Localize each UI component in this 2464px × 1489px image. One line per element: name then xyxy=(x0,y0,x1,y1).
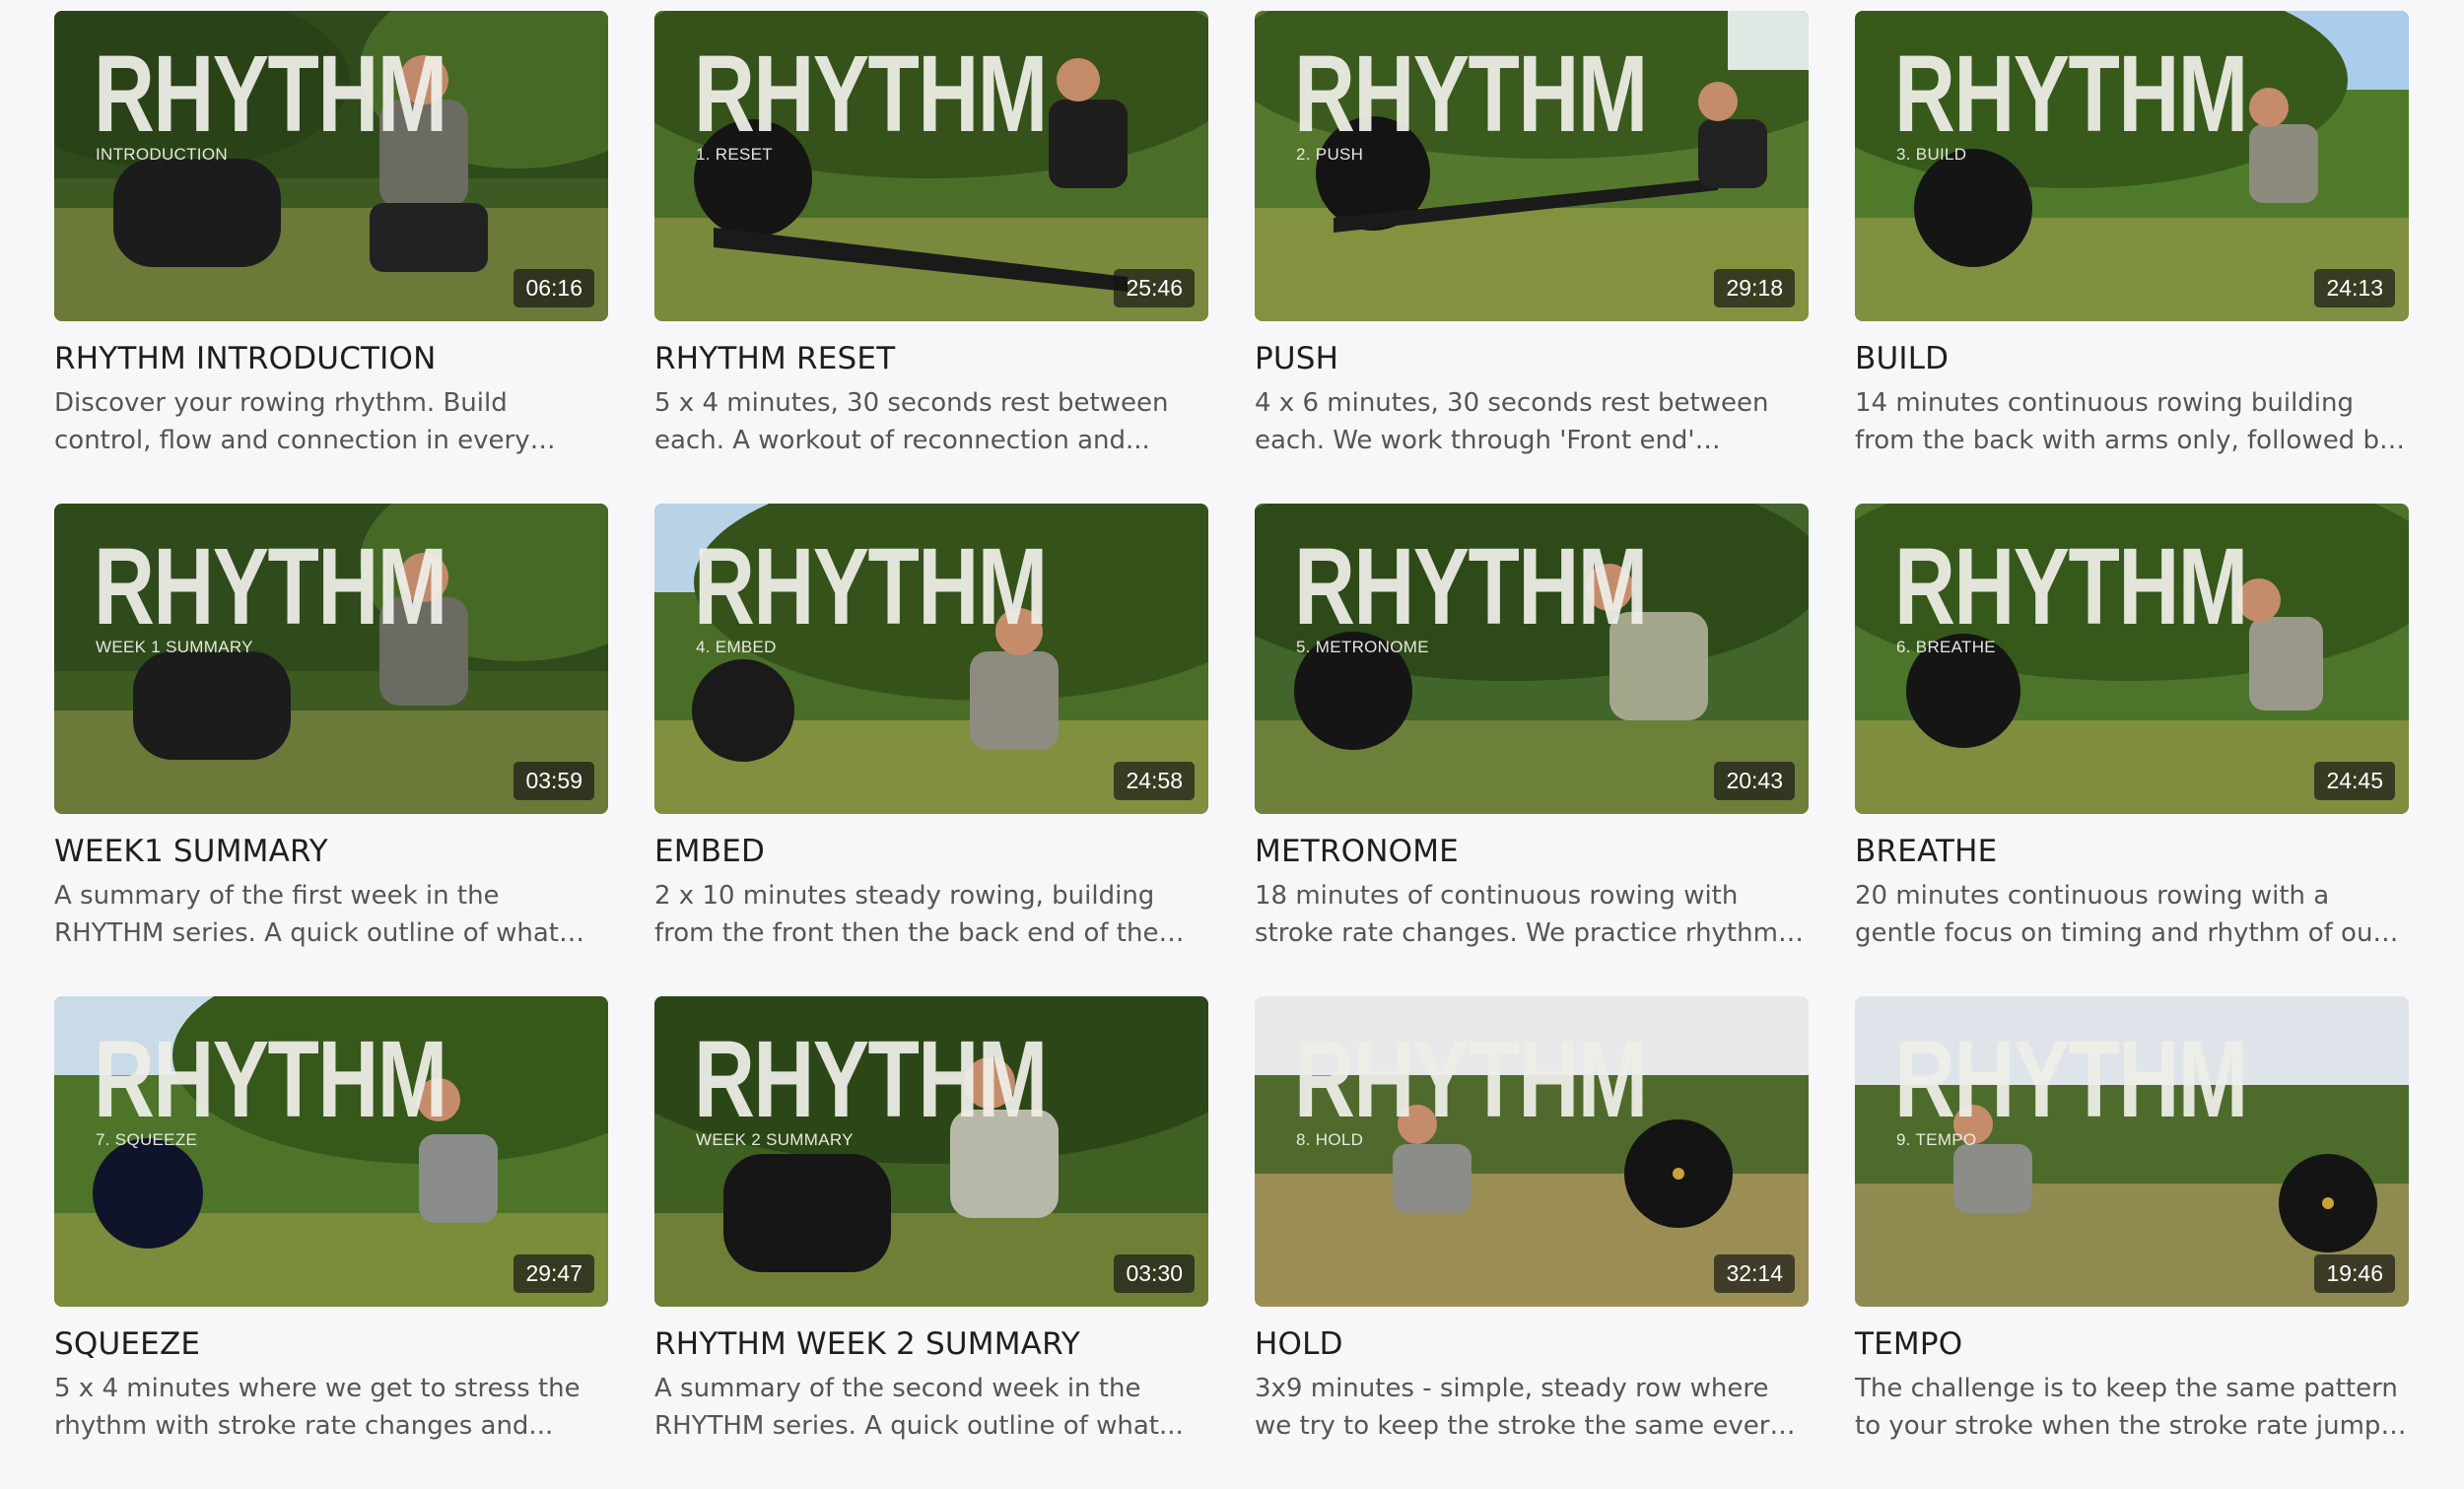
video-description: 18 minutes of continuous rowing with str… xyxy=(1255,881,1778,948)
video-card[interactable]: RHYTHM 2. PUSH 29:18 PUSH 4 x 6 minutes,… xyxy=(1255,11,1809,504)
video-thumbnail[interactable]: RHYTHM 4. EMBED 24:58 xyxy=(654,504,1208,814)
video-card[interactable]: RHYTHM INTRODUCTION 06:16 RHYTHM INTRODU… xyxy=(54,11,608,504)
video-thumbnail[interactable]: RHYTHM WEEK 2 SUMMARY 03:30 xyxy=(654,996,1208,1307)
series-wordmark: RHYTHM xyxy=(1894,34,2248,155)
video-description: 5 x 4 minutes where we get to stress the… xyxy=(54,1374,581,1441)
episode-label: 2. PUSH xyxy=(1296,145,1364,164)
video-title[interactable]: RHYTHM RESET xyxy=(654,341,1208,376)
video-thumbnail[interactable]: RHYTHM 9. TEMPO 19:46 xyxy=(1855,996,2409,1307)
series-wordmark: RHYTHM xyxy=(1294,1019,1648,1140)
video-title[interactable]: TEMPO xyxy=(1855,1326,2409,1362)
episode-label: 8. HOLD xyxy=(1296,1130,1364,1149)
video-description: 4 x 6 minutes, 30 seconds rest between e… xyxy=(1255,388,1769,455)
video-title[interactable]: RHYTHM WEEK 2 SUMMARY xyxy=(654,1326,1208,1362)
duration-badge: 19:46 xyxy=(2314,1254,2395,1293)
video-card[interactable]: RHYTHM 3. BUILD 24:13 BUILD 14 minutes c… xyxy=(1855,11,2409,504)
video-description: Discover your rowing rhythm. Build contr… xyxy=(54,388,530,455)
video-description: 2 x 10 minutes steady rowing, building f… xyxy=(654,881,1159,948)
episode-label: 9. TEMPO xyxy=(1896,1130,1977,1149)
video-title[interactable]: BUILD xyxy=(1855,341,2409,376)
series-wordmark: RHYTHM xyxy=(694,526,1048,647)
video-thumbnail[interactable]: RHYTHM INTRODUCTION 06:16 xyxy=(54,11,608,321)
episode-label: INTRODUCTION xyxy=(96,145,228,164)
video-description: 14 minutes continuous rowing building fr… xyxy=(1855,388,2395,455)
duration-badge: 24:58 xyxy=(1114,762,1195,800)
duration-badge: 24:45 xyxy=(2314,762,2395,800)
episode-label: 3. BUILD xyxy=(1896,145,1967,164)
series-wordmark: RHYTHM xyxy=(1894,526,2248,647)
series-wordmark: RHYTHM xyxy=(94,1019,447,1140)
episode-label: 6. BREATHE xyxy=(1896,638,1996,656)
video-title[interactable]: WEEK1 SUMMARY xyxy=(54,834,608,869)
video-thumbnail[interactable]: RHYTHM 5. METRONOME 20:43 xyxy=(1255,504,1809,814)
duration-badge: 29:18 xyxy=(1714,269,1795,307)
video-card[interactable]: RHYTHM WEEK 1 SUMMARY 03:59 WEEK1 SUMMAR… xyxy=(54,504,608,996)
episode-label: WEEK 1 SUMMARY xyxy=(96,638,253,656)
video-title[interactable]: HOLD xyxy=(1255,1326,1809,1362)
series-wordmark: RHYTHM xyxy=(1294,34,1648,155)
episode-label: 5. METRONOME xyxy=(1296,638,1429,656)
duration-badge: 25:46 xyxy=(1114,269,1195,307)
series-wordmark: RHYTHM xyxy=(694,1019,1048,1140)
video-thumbnail[interactable]: RHYTHM WEEK 1 SUMMARY 03:59 xyxy=(54,504,608,814)
video-title[interactable]: BREATHE xyxy=(1855,834,2409,869)
video-title[interactable]: METRONOME xyxy=(1255,834,1809,869)
series-wordmark: RHYTHM xyxy=(1294,526,1648,647)
video-title[interactable]: RHYTHM INTRODUCTION xyxy=(54,341,608,376)
duration-badge: 03:59 xyxy=(513,762,594,800)
video-thumbnail[interactable]: RHYTHM 7. SQUEEZE 29:47 xyxy=(54,996,608,1307)
duration-badge: 29:47 xyxy=(513,1254,594,1293)
video-thumbnail[interactable]: RHYTHM 3. BUILD 24:13 xyxy=(1855,11,2409,321)
duration-badge: 32:14 xyxy=(1714,1254,1795,1293)
video-grid: RHYTHM INTRODUCTION 06:16 RHYTHM INTRODU… xyxy=(54,11,2409,1489)
video-title[interactable]: PUSH xyxy=(1255,341,1809,376)
video-card[interactable]: RHYTHM WEEK 2 SUMMARY 03:30 RHYTHM WEEK … xyxy=(654,996,1208,1489)
series-wordmark: RHYTHM xyxy=(1894,1019,2248,1140)
series-wordmark: RHYTHM xyxy=(694,34,1048,155)
video-description: The challenge is to keep the same patter… xyxy=(1855,1374,2398,1441)
video-card[interactable]: RHYTHM 9. TEMPO 19:46 TEMPO The challeng… xyxy=(1855,996,2409,1489)
video-thumbnail[interactable]: RHYTHM 2. PUSH 29:18 xyxy=(1255,11,1809,321)
video-thumbnail[interactable]: RHYTHM 6. BREATHE 24:45 xyxy=(1855,504,2409,814)
video-title[interactable]: SQUEEZE xyxy=(54,1326,608,1362)
video-description: 20 minutes continuous rowing with a gent… xyxy=(1855,881,2384,948)
video-card[interactable]: RHYTHM 7. SQUEEZE 29:47 SQUEEZE 5 x 4 mi… xyxy=(54,996,608,1489)
episode-label: 1. RESET xyxy=(696,145,773,164)
video-description: 5 x 4 minutes, 30 seconds rest between e… xyxy=(654,388,1169,455)
duration-badge: 20:43 xyxy=(1714,762,1795,800)
video-card[interactable]: RHYTHM 5. METRONOME 20:43 METRONOME 18 m… xyxy=(1255,504,1809,996)
video-card[interactable]: RHYTHM 1. RESET 25:46 RHYTHM RESET 5 x 4… xyxy=(654,11,1208,504)
episode-label: 7. SQUEEZE xyxy=(96,1130,198,1149)
series-wordmark: RHYTHM xyxy=(94,34,447,155)
video-description: 3x9 minutes - simple, steady row where w… xyxy=(1255,1374,1785,1441)
series-wordmark: RHYTHM xyxy=(94,526,447,647)
duration-badge: 03:30 xyxy=(1114,1254,1195,1293)
duration-badge: 24:13 xyxy=(2314,269,2395,307)
duration-badge: 06:16 xyxy=(513,269,594,307)
video-thumbnail[interactable]: RHYTHM 1. RESET 25:46 xyxy=(654,11,1208,321)
video-thumbnail[interactable]: RHYTHM 8. HOLD 32:14 xyxy=(1255,996,1809,1307)
video-card[interactable]: RHYTHM 6. BREATHE 24:45 BREATHE 20 minut… xyxy=(1855,504,2409,996)
video-card[interactable]: RHYTHM 8. HOLD 32:14 HOLD 3x9 minutes - … xyxy=(1255,996,1809,1489)
episode-label: WEEK 2 SUMMARY xyxy=(696,1130,854,1149)
video-card[interactable]: RHYTHM 4. EMBED 24:58 EMBED 2 x 10 minut… xyxy=(654,504,1208,996)
video-description: A summary of the second week in the RHYT… xyxy=(654,1374,1184,1441)
video-description: A summary of the first week in the RHYTH… xyxy=(54,881,559,948)
video-title[interactable]: EMBED xyxy=(654,834,1208,869)
episode-label: 4. EMBED xyxy=(696,638,777,656)
